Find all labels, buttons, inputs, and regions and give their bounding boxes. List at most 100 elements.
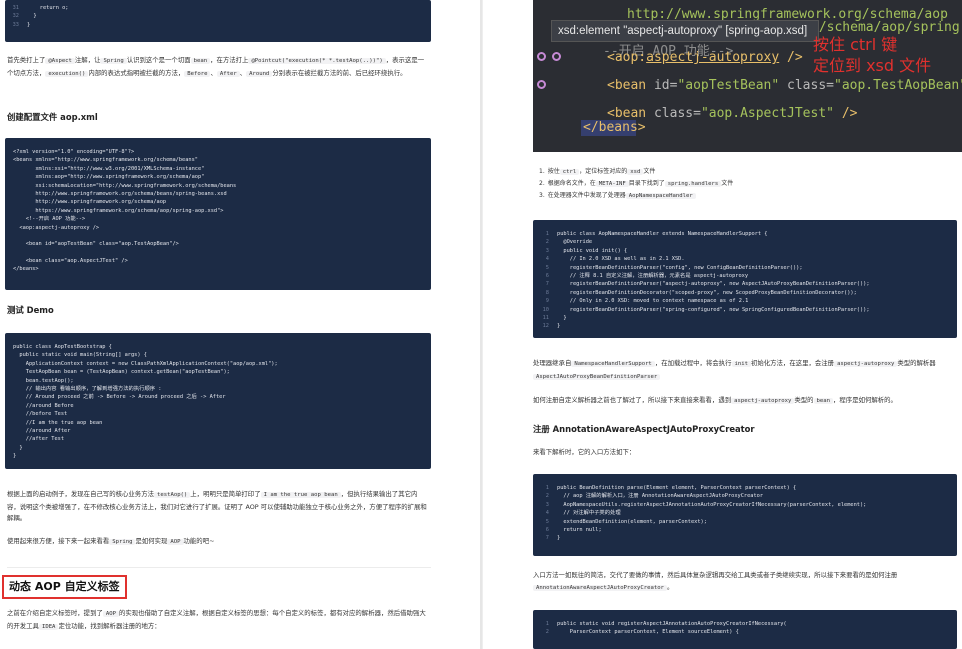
code-text: public class AopNamespaceHandler extends…: [557, 231, 768, 237]
step-text: 在处理器文件中发现了处理器: [547, 192, 626, 199]
left-article-page: 31 return o; 32 } 33} 首先类打上了 @Aspect 注解，让 Spr…: [0, 0, 482, 649]
code-line: 6 return null;: [535, 526, 957, 534]
step-text: 根据命名文件，在: [547, 180, 596, 187]
code-line: https://www.springframework.org/schema/a…: [13, 207, 224, 214]
ide-line-aop: <aop:aspectj-autoproxy />: [607, 50, 803, 65]
code-line: bean.testAop();: [13, 377, 74, 384]
code-line: 3 AopNamespaceUtils.registerAspectJAnnot…: [535, 501, 957, 509]
code-text: registerBeanDefinitionDecorator("scoped-…: [557, 289, 857, 296]
code-line: 2 ParserContext parserContext, Element s…: [535, 628, 957, 636]
code-text: extendBeanDefinition(element, parserCont…: [557, 518, 707, 525]
code-text: // 注释 8.1 自定义注解，注册解析器，元素名是 aspectj-autop…: [557, 272, 749, 279]
code-line: 7}: [535, 534, 957, 542]
code-line: 5 extendBeanDefinition(element, parserCo…: [535, 518, 957, 526]
line-number: 11: [542, 314, 549, 321]
line-number: 6: [545, 526, 549, 533]
aop-xml-code-block: <?xml version="1.0" encoding="UTF-8"?> <b…: [5, 138, 431, 290]
step-text: 文件: [643, 168, 656, 175]
heading-register-creator: 注册 AnnotationAwareAspectJAutoProxyCreato…: [533, 424, 755, 434]
code-line: 6 // 注释 8.1 自定义注解，注册解析器，元素名是 aspectj-aut…: [535, 272, 957, 280]
line-number: 4: [545, 256, 549, 263]
heading-dynamic-aop-custom-tag: 动态 AOP 自定义标签: [2, 575, 127, 599]
demo-java-code-block: public class AopTestBootstrap { public s…: [5, 333, 431, 469]
step-text: 1.: [539, 168, 545, 175]
code-text: public void init() {: [557, 247, 628, 254]
step-text: 目录下找到了: [628, 180, 665, 187]
code-text: }: [27, 21, 31, 28]
code-line: public class AopTestBootstrap {: [13, 344, 112, 350]
code-line: public static void main(String[] args) {: [13, 352, 147, 359]
line-number: 3: [545, 501, 549, 508]
code-line: 32 }: [5, 12, 431, 20]
code-text: AopNamespaceUtils.registerAspectJAnnotat…: [557, 501, 867, 508]
right-article-page: http://www.springframework.org/schema/ao…: [482, 0, 962, 649]
code-line: xmlns:xsi="http://www.w3.org/2001/XMLSch…: [13, 165, 205, 172]
step-item: 3. 在处理器文件中发现了处理器 AopNamespaceHandler: [539, 190, 949, 202]
code-text: @Override: [557, 239, 593, 246]
code-text: return o;: [27, 5, 69, 11]
code-line: 3 public void init() {: [535, 247, 957, 255]
line-number: 32: [12, 13, 19, 20]
line-number: 7: [545, 281, 549, 288]
code-line: 4 // In 2.0 XSD as well as in 2.1 XSD.: [535, 255, 957, 263]
code-line: // Around proceed 之前 -> Before -> Around…: [13, 394, 226, 401]
code-line: 2 @Override: [535, 238, 957, 246]
code-line: <?xml version="1.0" encoding="UTF-8"?>: [13, 149, 135, 155]
code-line: //before Test: [13, 411, 68, 418]
code-text: public BeanDefinition parse(Element elem…: [557, 485, 797, 491]
aspect-intro-paragraph: 首先类打上了 @Aspect 注解，让 Spring 认识到这个是一个切面 bean ，在方…: [7, 56, 425, 77]
register-method-code-block: 1 public static void registerAspectJAnnot…: [533, 610, 957, 649]
code-line: 33}: [5, 21, 431, 29]
code-line: 11 }: [535, 314, 957, 322]
code-text: return null;: [557, 526, 602, 533]
code-line: ApplicationContext context = new ClassPa…: [13, 360, 278, 367]
line-number: 5: [545, 518, 549, 525]
easy-use-paragraph: 使用起来很方便，接下来一起来看看 Spring 是如何实现 AOP 功能的吧~: [7, 537, 215, 545]
step-text: 2.: [539, 180, 545, 187]
line-number: 2: [545, 629, 549, 636]
section-divider: [7, 567, 431, 568]
bean-gutter-icon: [552, 52, 561, 61]
code-line: //around Before: [13, 402, 74, 409]
code-line: 10 registerBeanDefinitionParser("spring-…: [535, 306, 957, 314]
step-item: 1. 按住 ctrl ，定位标签对应的 xsd 文件: [539, 166, 949, 178]
code-text: // In 2.0 XSD as well as in 2.1 XSD.: [557, 256, 685, 263]
code-text: // Only in 2.0 XSD: moved to context nam…: [557, 298, 749, 305]
code-text: public static void registerAspectJAnnota…: [557, 621, 787, 627]
code-text: ParserContext parserContext, Element sou…: [557, 629, 739, 636]
code-line: xmlns:aop="http://www.springframework.or…: [13, 174, 205, 181]
code-line: <aop:aspectj-autoproxy />: [13, 224, 100, 231]
ide-line-bean2: <bean class="aop.AspectJTest" />: [607, 106, 858, 121]
code-line: }: [13, 453, 17, 460]
line-number: 10: [542, 306, 549, 313]
code-text: }: [557, 323, 561, 330]
inline-code: META-INF: [595, 181, 629, 187]
code-line: 1 public static void registerAspectJAnnot…: [535, 620, 957, 628]
code-line: <!--开启 AOP 功能-->: [13, 216, 86, 223]
line-number: 4: [545, 510, 549, 517]
line-number: 6: [545, 272, 549, 279]
code-line: 7 registerBeanDefinitionParser("aspectj-…: [535, 280, 957, 288]
xsd-element-tooltip: xsd:element "aspectj-autoproxy" [spring-…: [551, 20, 819, 42]
code-line: <beans xmlns="http://www.springframework…: [13, 157, 198, 164]
code-block-tail: 31 return o; 32 } 33}: [5, 0, 431, 42]
ide-screenshot: http://www.springframework.org/schema/ao…: [533, 0, 962, 152]
inline-code: xsd: [627, 169, 644, 175]
inline-code: spring.handlers: [664, 181, 722, 187]
line-number: 33: [12, 21, 19, 28]
line-number: 1: [545, 621, 549, 627]
line-number: 7: [545, 535, 549, 542]
bean-gutter-icon: [537, 52, 546, 61]
code-line: </beans>: [13, 266, 39, 273]
line-number: 1: [545, 485, 549, 491]
code-text: // 对注解中子类的处理: [557, 510, 621, 517]
heading-test-demo: 测试 Demo: [7, 305, 54, 315]
code-text: }: [557, 314, 567, 321]
code-line: http://www.springframework.org/schema/be…: [13, 190, 227, 197]
code-text: // aop 注解的解析入口，注册 AnnotationAwareAspectJ…: [557, 493, 764, 500]
inline-code: ctrl: [559, 169, 580, 175]
ide-line-url-2: g/schema/aop/spring-: [811, 20, 962, 35]
result-explanation-paragraph: 根据上面的启动例子，发现在自己写的核心业务方法 testAop() 上，明明只是简单…: [7, 490, 427, 523]
